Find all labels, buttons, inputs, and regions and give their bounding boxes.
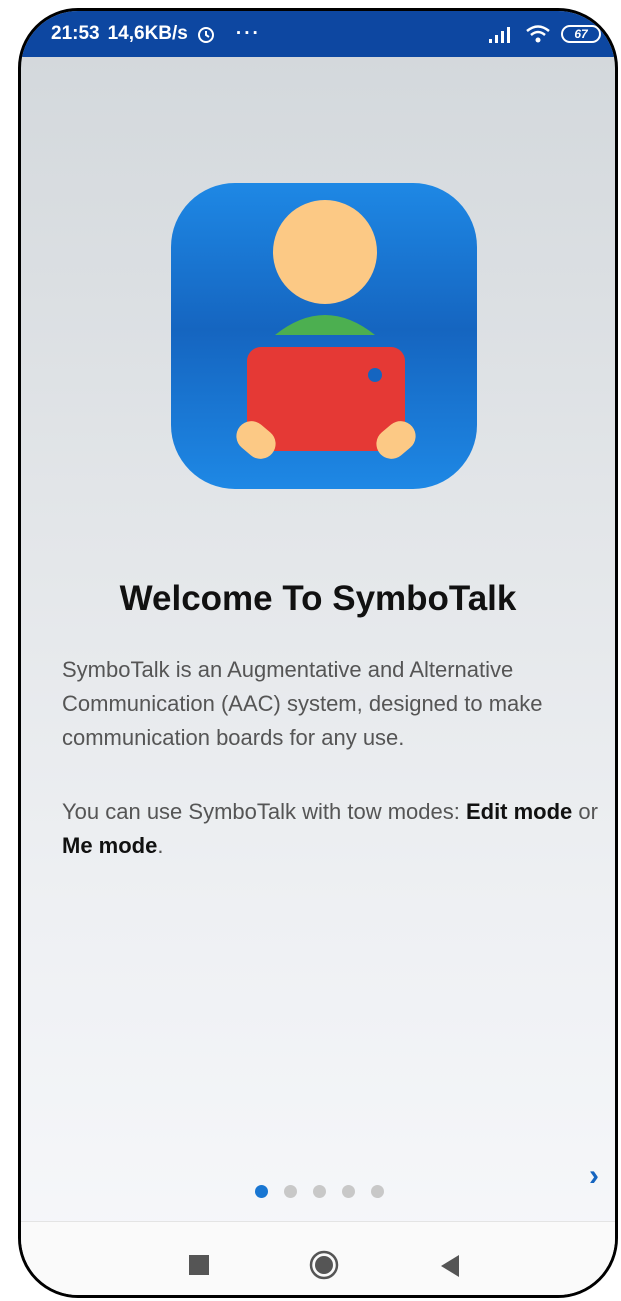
home-button[interactable]: [309, 1250, 339, 1280]
page-dot-4[interactable]: [342, 1185, 355, 1198]
recent-apps-button[interactable]: [189, 1255, 209, 1275]
modes-prefix: You can use SymboTalk with tow modes:: [62, 799, 466, 824]
page-dot-5[interactable]: [371, 1185, 384, 1198]
status-network-speed: 14,6KB/s: [107, 23, 188, 44]
me-mode-label: Me mode: [62, 833, 158, 858]
page-dot-2[interactable]: [284, 1185, 297, 1198]
status-bar: 21:53 14,6KB/s ··· 67: [21, 11, 615, 57]
status-time: 21:53: [51, 23, 100, 44]
welcome-description: SymboTalk is an Augmentative and Alterna…: [62, 657, 543, 750]
app-logo: [171, 183, 477, 489]
battery-indicator: 67: [561, 25, 601, 43]
status-more: ···: [235, 23, 261, 44]
page-dot-1[interactable]: [255, 1185, 268, 1198]
modes-or: or: [572, 799, 598, 824]
wifi-icon: [526, 25, 550, 43]
welcome-title: Welcome To SymboTalk: [119, 579, 517, 618]
phone-frame: 21:53 14,6KB/s ··· 67 Welcome To SymboTa…: [18, 8, 618, 1298]
alarm-clock-icon: [197, 27, 214, 43]
page-dot-3[interactable]: [313, 1185, 326, 1198]
edit-mode-label: Edit mode: [465, 799, 573, 824]
signal-icon: [489, 27, 510, 43]
modes-text: You can use SymboTalk with tow modes: Ed…: [62, 795, 602, 863]
next-button[interactable]: ›: [589, 1159, 599, 1193]
person-with-tablet-icon: [236, 200, 416, 459]
page-indicator: [255, 1185, 384, 1198]
system-nav-bar: [21, 1221, 615, 1295]
modes-suffix: .: [157, 833, 164, 858]
back-button[interactable]: [441, 1255, 461, 1277]
